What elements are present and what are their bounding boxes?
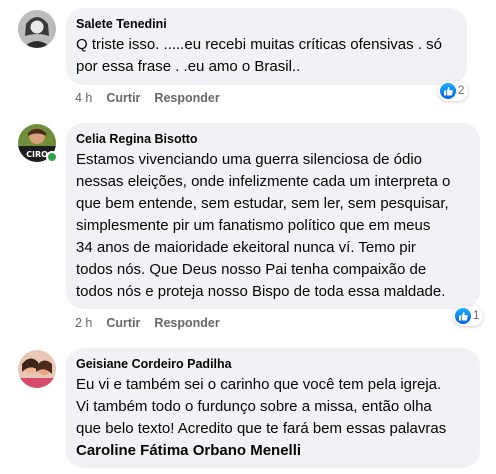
reaction-count: 2 — [458, 85, 465, 97]
like-link[interactable]: Curtir — [106, 316, 140, 330]
comment-text-body: Eu vi e também sei o carinho que você te… — [76, 376, 447, 437]
online-status-icon — [46, 151, 58, 163]
comment-time[interactable]: 4 h — [75, 91, 92, 105]
comment-author[interactable]: Salete Tenedini — [76, 17, 456, 31]
comment-bubble: Geisiane Cordeiro Padilha Eu vi e também… — [66, 348, 480, 468]
comment-time[interactable]: 2 h — [75, 316, 92, 330]
comment-author[interactable]: Geisiane Cordeiro Padilha — [76, 357, 469, 371]
avatar-ciro-text: CIRO — [26, 150, 48, 159]
comment-text: Estamos vivenciando uma guerra silencios… — [76, 151, 451, 300]
reaction-count: 1 — [473, 310, 480, 322]
comment-text: Q triste isso. .....eu recebi muitas crí… — [76, 36, 442, 75]
mention-link[interactable]: Caroline Fátima Orbano Menelli — [76, 442, 301, 459]
like-thumb-icon — [455, 308, 471, 324]
comment-bubble: Salete Tenedini Q triste isso. .....eu r… — [66, 8, 467, 85]
comment-author[interactable]: Celia Regina Bisotto — [76, 132, 469, 146]
comment-bubble: Celia Regina Bisotto Estamos vivenciando… — [66, 123, 480, 309]
reaction-summary[interactable]: 2 — [438, 81, 469, 101]
avatar[interactable] — [18, 10, 56, 48]
comment-actions: 2 h Curtir Responder — [75, 316, 220, 330]
comment-actions: 4 h Curtir Responder — [75, 91, 220, 105]
like-link[interactable]: Curtir — [106, 91, 140, 105]
like-thumb-icon — [440, 83, 456, 99]
reaction-summary[interactable]: 1 — [453, 306, 484, 326]
comment-text: Eu vi e também sei o carinho que você te… — [76, 374, 469, 462]
avatar[interactable] — [18, 350, 56, 388]
reply-link[interactable]: Responder — [154, 316, 219, 330]
reply-link[interactable]: Responder — [154, 91, 219, 105]
